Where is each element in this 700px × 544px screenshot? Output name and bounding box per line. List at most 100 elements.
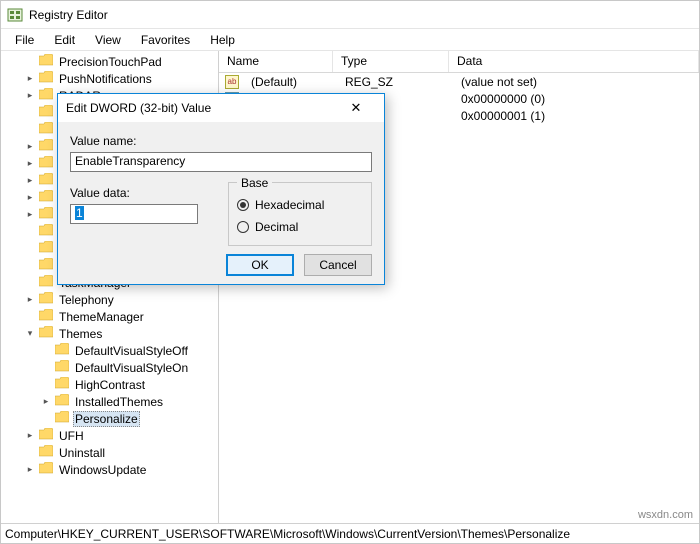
edit-dword-dialog: Edit DWORD (32-bit) Value ✕ Value name: … — [57, 93, 385, 285]
tree-item-label: ThemeManager — [57, 310, 146, 324]
radio-hex-row[interactable]: Hexadecimal — [237, 195, 363, 215]
window-title: Registry Editor — [29, 8, 108, 22]
list-header: Name Type Data — [219, 51, 699, 73]
tree-item-label: PushNotifications — [57, 72, 154, 86]
tree-item[interactable]: PrecisionTouchPad — [1, 53, 218, 70]
folder-icon — [39, 207, 53, 222]
chevron-right-icon[interactable]: ▸ — [25, 91, 35, 101]
folder-icon — [39, 88, 53, 103]
tree-item[interactable]: DefaultVisualStyleOn — [1, 359, 218, 376]
folder-icon — [55, 394, 69, 409]
tree-item[interactable]: ▾ Themes — [1, 325, 218, 342]
dialog-title: Edit DWORD (32-bit) Value — [66, 101, 211, 115]
folder-icon — [55, 360, 69, 375]
arrow-placeholder — [41, 414, 51, 424]
list-row[interactable]: ab(Default)REG_SZ(value not set) — [219, 73, 699, 90]
folder-icon — [39, 309, 53, 324]
tree-item-label: Uninstall — [57, 446, 107, 460]
cell-data: 0x00000000 (0) — [453, 92, 699, 106]
folder-icon — [39, 445, 53, 460]
menu-file[interactable]: File — [5, 31, 44, 49]
value-name-text: EnableTransparency — [75, 154, 185, 168]
base-label: Base — [237, 176, 272, 190]
arrow-placeholder — [25, 227, 35, 237]
chevron-right-icon[interactable]: ▸ — [25, 193, 35, 203]
folder-icon — [39, 241, 53, 256]
folder-icon — [39, 224, 53, 239]
tree-item[interactable]: Uninstall — [1, 444, 218, 461]
tree-item-label: Themes — [57, 327, 104, 341]
dialog-titlebar[interactable]: Edit DWORD (32-bit) Value ✕ — [58, 94, 384, 122]
tree-item[interactable]: Personalize — [1, 410, 218, 427]
chevron-down-icon[interactable]: ▾ — [25, 329, 35, 339]
value-name-field[interactable]: EnableTransparency — [70, 152, 372, 172]
tree-item[interactable]: ▸InstalledThemes — [1, 393, 218, 410]
value-data-field[interactable]: 1 — [70, 204, 198, 224]
folder-icon — [39, 292, 53, 307]
radio-hex[interactable] — [237, 199, 249, 211]
tree-item-label: WindowsUpdate — [57, 463, 148, 477]
tree-item-label: DefaultVisualStyleOn — [73, 361, 190, 375]
chevron-right-icon[interactable]: ▸ — [25, 74, 35, 84]
chevron-right-icon[interactable]: ▸ — [25, 142, 35, 152]
tree-item[interactable]: ▸ WindowsUpdate — [1, 461, 218, 478]
chevron-right-icon[interactable]: ▸ — [25, 295, 35, 305]
chevron-right-icon[interactable]: ▸ — [25, 431, 35, 441]
folder-icon — [39, 258, 53, 273]
arrow-placeholder — [25, 108, 35, 118]
menu-help[interactable]: Help — [200, 31, 245, 49]
tree-item[interactable]: HighContrast — [1, 376, 218, 393]
arrow-placeholder — [25, 244, 35, 254]
folder-icon — [39, 173, 53, 188]
tree-item-label: Personalize — [73, 411, 140, 427]
value-name-label: Value name: — [70, 134, 372, 148]
tree-item[interactable]: ThemeManager — [1, 308, 218, 325]
statusbar: Computer\HKEY_CURRENT_USER\SOFTWARE\Micr… — [1, 523, 699, 543]
radio-hex-label: Hexadecimal — [255, 198, 324, 212]
tree-item-label: Telephony — [57, 293, 116, 307]
folder-icon — [39, 71, 53, 86]
value-data-text: 1 — [75, 206, 84, 220]
folder-icon — [39, 54, 53, 69]
chevron-right-icon[interactable]: ▸ — [25, 159, 35, 169]
regedit-icon — [7, 7, 23, 23]
cancel-button[interactable]: Cancel — [304, 254, 372, 276]
arrow-placeholder — [25, 57, 35, 67]
col-type[interactable]: Type — [333, 51, 449, 72]
chevron-right-icon[interactable]: ▸ — [25, 210, 35, 220]
chevron-right-icon[interactable]: ▸ — [41, 397, 51, 407]
folder-icon — [39, 105, 53, 120]
arrow-placeholder — [41, 380, 51, 390]
arrow-placeholder — [25, 312, 35, 322]
radio-dec[interactable] — [237, 221, 249, 233]
chevron-right-icon[interactable]: ▸ — [25, 176, 35, 186]
arrow-placeholder — [25, 261, 35, 271]
value-data-label: Value data: — [70, 186, 198, 200]
radio-dec-row[interactable]: Decimal — [237, 217, 363, 237]
col-name[interactable]: Name — [219, 51, 333, 72]
titlebar: Registry Editor — [1, 1, 699, 29]
tree-item[interactable]: ▸UFH — [1, 427, 218, 444]
folder-icon — [39, 190, 53, 205]
arrow-placeholder — [25, 278, 35, 288]
chevron-right-icon[interactable]: ▸ — [25, 465, 35, 475]
folder-icon — [39, 139, 53, 154]
tree-item[interactable]: DefaultVisualStyleOff — [1, 342, 218, 359]
close-icon[interactable]: ✕ — [336, 96, 376, 120]
menu-view[interactable]: View — [85, 31, 131, 49]
folder-icon — [39, 156, 53, 171]
menu-favorites[interactable]: Favorites — [131, 31, 200, 49]
folder-icon — [39, 462, 53, 477]
arrow-placeholder — [41, 346, 51, 356]
tree-item[interactable]: ▸ PushNotifications — [1, 70, 218, 87]
folder-icon — [55, 411, 69, 426]
menubar: File Edit View Favorites Help — [1, 29, 699, 51]
string-icon: ab — [225, 75, 239, 89]
menu-edit[interactable]: Edit — [44, 31, 85, 49]
tree-item[interactable]: ▸ Telephony — [1, 291, 218, 308]
folder-icon — [39, 275, 53, 290]
watermark: wsxdn.com — [638, 509, 693, 521]
cell-type: REG_SZ — [337, 75, 453, 89]
ok-button[interactable]: OK — [226, 254, 294, 276]
col-data[interactable]: Data — [449, 51, 699, 72]
